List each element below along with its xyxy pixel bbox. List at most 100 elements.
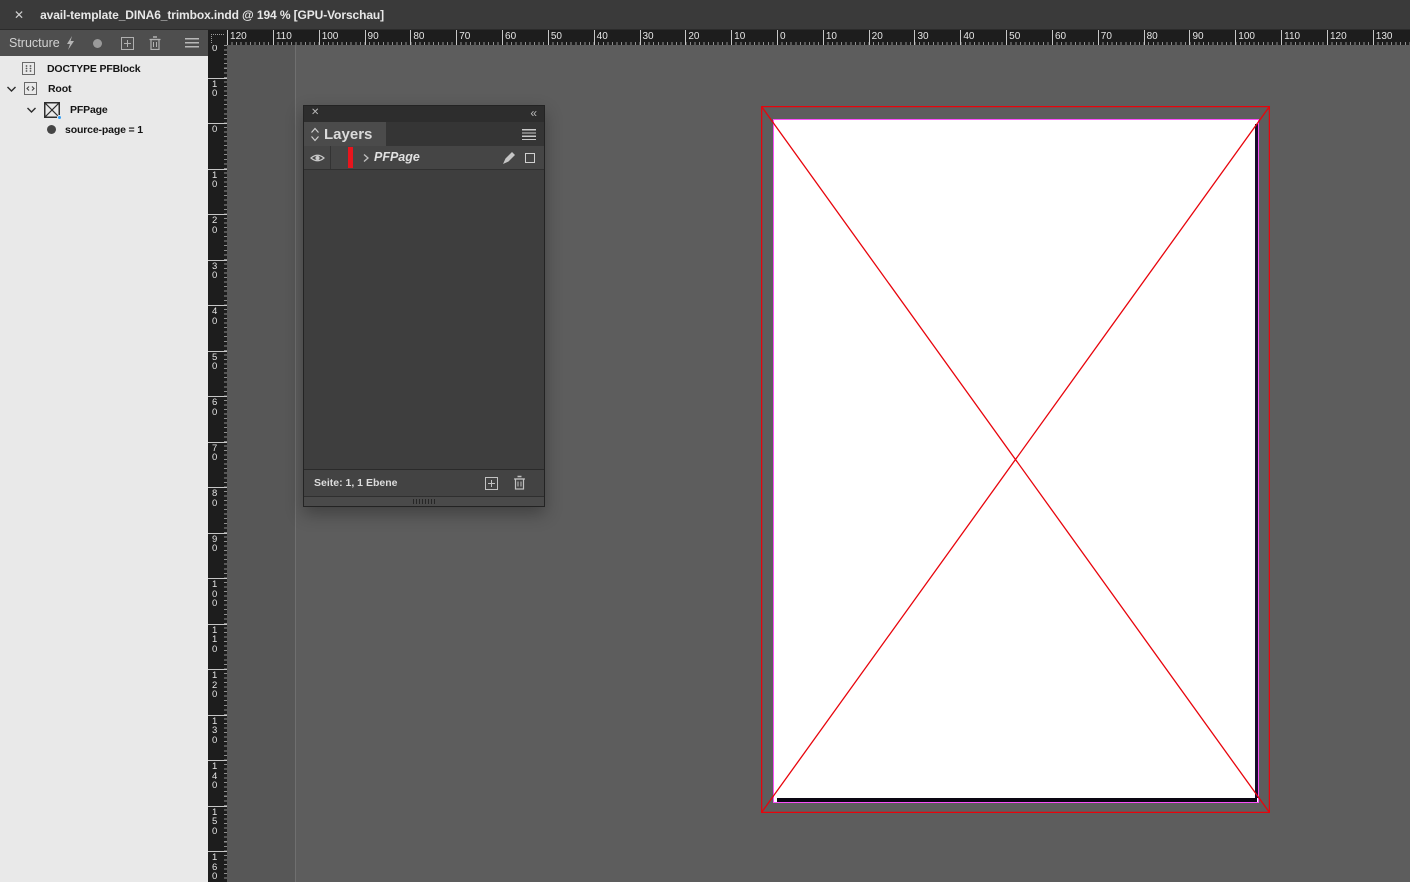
ruler-label: 2 0: [212, 45, 218, 54]
ruler-tick: [208, 441, 227, 443]
structure-panel-title: Structure: [9, 36, 60, 50]
ruler-tick: [456, 30, 458, 45]
ruler-label: 1 0: [212, 78, 218, 99]
layers-panel-titlebar[interactable]: ✕ «: [304, 106, 544, 122]
ruler-label: 90: [1192, 31, 1204, 42]
record-circle-icon[interactable]: [93, 39, 102, 48]
ruler-tick: [639, 30, 641, 45]
ruler-label: 1 6 0: [212, 852, 218, 882]
layers-panel-body: [304, 170, 544, 469]
tree-item-root[interactable]: Root: [0, 78, 208, 99]
pasteboard-edge-line: [295, 45, 296, 882]
ruler-label: 2 0: [212, 215, 218, 236]
panel-close-icon[interactable]: ✕: [311, 107, 319, 118]
ruler-label: 40: [963, 31, 975, 42]
panel-menu-icon[interactable]: [522, 129, 536, 140]
empty-frame-placeholder[interactable]: [761, 106, 1270, 813]
ruler-label: 70: [1100, 31, 1112, 42]
layers-tab[interactable]: Layers: [304, 122, 386, 146]
application-window: ✕ avail-template_DINA6_trimbox.indd @ 19…: [0, 0, 1410, 882]
ruler-label: 20: [688, 31, 700, 42]
ruler-label: 10: [734, 31, 746, 42]
tree-item-label: PFPage: [70, 103, 108, 116]
tree-item-label: DOCTYPE PFBlock: [47, 62, 141, 75]
ruler-tick: [1235, 30, 1237, 45]
ruler-label: 90: [367, 31, 379, 42]
document-title: avail-template_DINA6_trimbox.indd @ 194 …: [40, 7, 385, 22]
tree-item-pfpage[interactable]: PFPage: [0, 99, 208, 120]
ruler-tick: [410, 30, 412, 45]
panel-collapse-icon[interactable]: «: [530, 106, 537, 120]
ruler-label: 1 4 0: [212, 761, 218, 791]
ruler-tick: [685, 30, 687, 45]
ruler-tick: [960, 30, 962, 45]
ruler-label: 10: [825, 31, 837, 42]
target-square-icon[interactable]: [525, 153, 535, 163]
layer-row-pfpage[interactable]: PFPage: [304, 146, 544, 170]
resize-grip[interactable]: [413, 499, 435, 504]
structure-panel: Structure DOCTYPE PFBlock Root PFPage so…: [0, 30, 208, 882]
ruler-tick: [868, 30, 870, 45]
ruler-tick: [1326, 30, 1328, 45]
ruler-label: 30: [917, 31, 929, 42]
vertical-ruler[interactable]: 2 0 1 0 0 1 0 2 0 3 0 4 0 5 0 6 0 7 0 8 0 9 0 1 0 0 1…: [208, 45, 227, 882]
ruler-tick: [822, 30, 824, 45]
ruler-label: 0: [212, 124, 218, 135]
delete-trash-icon[interactable]: [149, 36, 161, 50]
ruler-tick: [208, 305, 227, 306]
tree-item-doctype[interactable]: DOCTYPE PFBlock: [0, 58, 208, 79]
ruler-tick: [318, 30, 320, 45]
ruler-corner[interactable]: [208, 30, 227, 45]
ruler-tick: [1143, 30, 1145, 45]
ruler-label: 6 0: [212, 397, 218, 418]
ruler-label: 8 0: [212, 488, 218, 509]
ruler-tick: [1097, 30, 1099, 45]
chevron-down-icon[interactable]: [26, 105, 37, 115]
ruler-tick: [208, 487, 227, 488]
column-divider: [330, 146, 331, 169]
ruler-tick: [272, 30, 274, 45]
add-element-icon[interactable]: [121, 37, 134, 50]
ruler-label: 70: [459, 31, 471, 42]
ruler-label: 1 5 0: [212, 806, 218, 837]
ruler-tick: [208, 396, 227, 397]
ruler-tick: [208, 214, 227, 215]
chevron-down-icon[interactable]: [6, 84, 17, 94]
attribute-bullet-icon: [47, 125, 56, 134]
element-icon: [24, 82, 37, 95]
document-close-icon[interactable]: ✕: [14, 8, 24, 22]
ruler-tick: [208, 77, 227, 79]
horizontal-ruler[interactable]: 120 110 100 90 80 70 60 50 40 30 20 10 0 10 20 30 40 50 60…: [227, 30, 1410, 45]
ruler-tick: [208, 714, 227, 716]
ruler-label: 4 0: [212, 306, 218, 327]
ruler-tick: [1051, 30, 1053, 45]
ruler-label: 1 3 0: [212, 715, 218, 746]
ruler-label: 7 0: [212, 442, 218, 463]
ruler-tick: [1281, 30, 1283, 45]
ruler-tick: [1006, 30, 1008, 45]
delete-layer-trash-icon[interactable]: [513, 475, 526, 490]
panel-resize-strip[interactable]: [304, 496, 544, 506]
new-layer-icon[interactable]: [485, 477, 498, 490]
ruler-tick: [1189, 30, 1191, 45]
validate-lightning-icon[interactable]: [66, 36, 75, 50]
tree-item-source-page[interactable]: source-page = 1: [0, 119, 208, 140]
ruler-label: 110: [1284, 31, 1301, 42]
pen-edit-icon[interactable]: [501, 151, 516, 166]
ruler-tick: [208, 669, 227, 670]
ruler-label: 110: [275, 31, 292, 42]
ruler-label: 100: [1238, 31, 1255, 42]
ruler-label: 120: [1329, 31, 1347, 42]
ruler-tick: [208, 259, 227, 261]
layer-name[interactable]: PFPage: [374, 150, 420, 164]
ruler-label: 30: [642, 31, 654, 42]
panel-menu-icon[interactable]: [185, 38, 199, 48]
ruler-tick: [208, 623, 227, 625]
ruler-tick: [208, 760, 227, 761]
ruler-tick: [208, 350, 227, 352]
visibility-eye-icon[interactable]: [310, 153, 325, 163]
expand-chevron-icon[interactable]: [362, 153, 370, 163]
ruler-origin-icon: [211, 34, 224, 43]
layers-panel: ✕ « Layers PFPage Seite: 1, 1 Ebene: [303, 105, 545, 507]
ruler-tick: [364, 30, 366, 45]
